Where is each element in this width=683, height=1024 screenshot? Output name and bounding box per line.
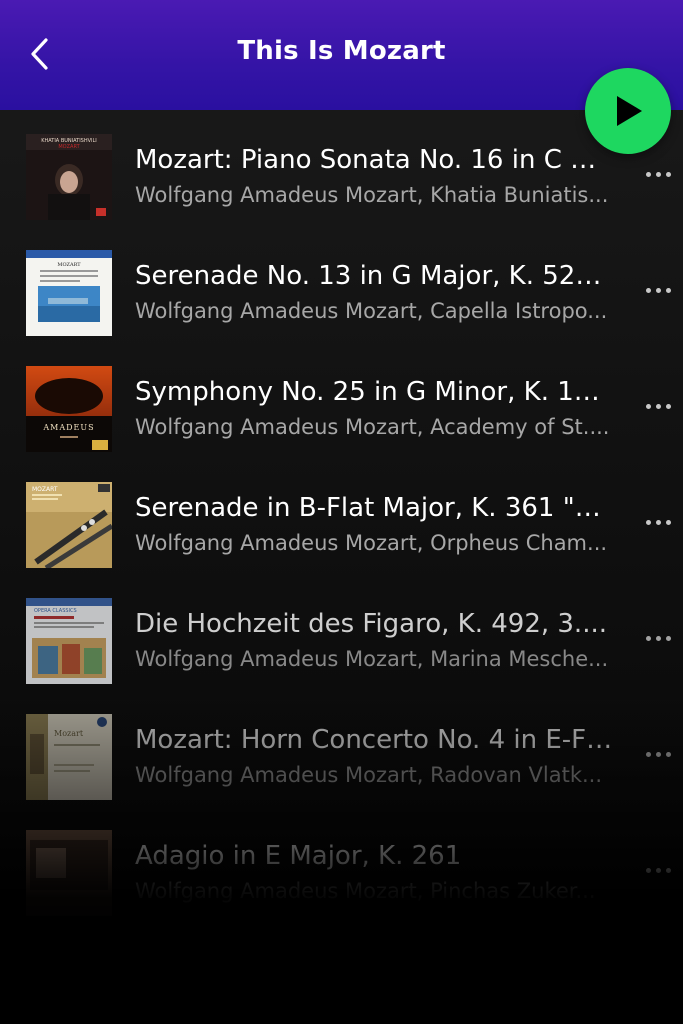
more-dots-icon bbox=[645, 171, 651, 177]
track-row[interactable]: OPERA CLASSICS Die Hochzeit des Figaro, … bbox=[0, 582, 683, 698]
more-dot bbox=[665, 287, 671, 293]
track-texts: Symphony No. 25 in G Minor, K. 183:... W… bbox=[135, 374, 615, 442]
track-texts: Mozart: Piano Sonata No. 16 in C M... Wo… bbox=[135, 142, 615, 210]
track-row[interactable]: KHATIA BUNIATISHVILI MOZART Mozart: Pian… bbox=[0, 118, 683, 234]
more-dot bbox=[665, 635, 671, 641]
track-texts: Die Hochzeit des Figaro, K. 492, 3.... W… bbox=[135, 606, 615, 674]
cover-caption: MOZART bbox=[57, 262, 81, 268]
more-dots-icon bbox=[645, 519, 651, 525]
more-dot bbox=[655, 403, 661, 409]
more-dot bbox=[665, 519, 671, 525]
more-options-button[interactable] bbox=[640, 510, 676, 534]
page-title: This Is Mozart bbox=[237, 36, 446, 66]
track-texts: Serenade in B-Flat Major, K. 361 "Gr... … bbox=[135, 490, 615, 558]
more-dot bbox=[665, 751, 671, 757]
album-cover bbox=[26, 830, 112, 916]
track-artists: Wolfgang Amadeus Mozart, Capella Istropo… bbox=[135, 299, 608, 323]
more-options-button[interactable] bbox=[640, 162, 676, 186]
more-dot bbox=[655, 287, 661, 293]
more-dot bbox=[655, 171, 661, 177]
track-title: Adagio in E Major, K. 261 bbox=[135, 841, 462, 871]
track-list: KHATIA BUNIATISHVILI MOZART Mozart: Pian… bbox=[0, 118, 683, 930]
more-options-button[interactable] bbox=[640, 742, 676, 766]
track-title: Mozart: Piano Sonata No. 16 in C M... bbox=[135, 145, 615, 175]
more-dot bbox=[655, 867, 661, 873]
track-row[interactable]: Mozart Mozart: Horn Concerto No. 4 in E-… bbox=[0, 698, 683, 814]
track-texts: Adagio in E Major, K. 261 Wolfgang Amade… bbox=[135, 838, 615, 906]
cover-caption: OPERA CLASSICS bbox=[34, 608, 77, 614]
track-title: Serenade No. 13 in G Major, K. 525, "... bbox=[135, 261, 615, 291]
more-dots-icon bbox=[645, 635, 651, 641]
track-row[interactable]: MOZART Serenade in B-Flat Major, K. 361 … bbox=[0, 466, 683, 582]
track-artists: Wolfgang Amadeus Mozart, Khatia Buniatis… bbox=[135, 183, 609, 207]
track-texts: Mozart: Horn Concerto No. 4 in E-Fl... W… bbox=[135, 722, 615, 790]
cover-caption: Mozart bbox=[54, 729, 84, 738]
album-cover: AMADEUS bbox=[26, 366, 112, 452]
album-cover: MOZART bbox=[26, 482, 112, 568]
more-dots-icon bbox=[645, 403, 651, 409]
more-dots-icon bbox=[645, 751, 651, 757]
track-row[interactable]: AMADEUS Symphony No. 25 in G Minor, K. 1… bbox=[0, 350, 683, 466]
playlist-screen: This Is Mozart KHATIA BUNIATISHVILI MOZA… bbox=[0, 0, 683, 1024]
album-cover: Mozart bbox=[26, 714, 112, 800]
track-title: Serenade in B-Flat Major, K. 361 "Gr... bbox=[135, 493, 615, 523]
play-icon bbox=[617, 96, 642, 126]
play-button[interactable] bbox=[585, 68, 671, 154]
more-dot bbox=[665, 403, 671, 409]
track-artists: Wolfgang Amadeus Mozart, Pinchas Zuker..… bbox=[135, 879, 596, 903]
track-row[interactable]: Adagio in E Major, K. 261 Wolfgang Amade… bbox=[0, 814, 683, 930]
track-artists: Wolfgang Amadeus Mozart, Academy of St..… bbox=[135, 415, 610, 439]
album-cover: OPERA CLASSICS bbox=[26, 598, 112, 684]
svg-text:MOZART: MOZART bbox=[58, 144, 80, 150]
more-dots-icon bbox=[645, 287, 651, 293]
more-dot bbox=[655, 635, 661, 641]
album-cover: MOZART bbox=[26, 250, 112, 336]
track-texts: Serenade No. 13 in G Major, K. 525, "...… bbox=[135, 258, 615, 326]
track-artists: Wolfgang Amadeus Mozart, Orpheus Cham... bbox=[135, 531, 608, 555]
more-options-button[interactable] bbox=[640, 626, 676, 650]
track-artists: Wolfgang Amadeus Mozart, Radovan Vlatk..… bbox=[135, 763, 603, 787]
cover-caption: MOZART bbox=[32, 486, 58, 493]
more-dot bbox=[665, 867, 671, 873]
more-dot bbox=[655, 519, 661, 525]
track-title: Mozart: Horn Concerto No. 4 in E-Fl... bbox=[135, 725, 615, 755]
cover-caption: AMADEUS bbox=[42, 423, 94, 432]
track-artists: Wolfgang Amadeus Mozart, Marina Mesche..… bbox=[135, 647, 609, 671]
track-row[interactable]: MOZART Serenade No. 13 in G Major, K. 52… bbox=[0, 234, 683, 350]
album-cover: KHATIA BUNIATISHVILI MOZART bbox=[26, 134, 112, 220]
more-options-button[interactable] bbox=[640, 858, 676, 882]
track-title: Die Hochzeit des Figaro, K. 492, 3.... bbox=[135, 609, 607, 639]
more-dots-icon bbox=[645, 867, 651, 873]
more-dot bbox=[665, 171, 671, 177]
track-title: Symphony No. 25 in G Minor, K. 183:... bbox=[135, 377, 615, 407]
header-bar: This Is Mozart bbox=[0, 0, 683, 110]
more-dot bbox=[655, 751, 661, 757]
more-options-button[interactable] bbox=[640, 394, 676, 418]
more-options-button[interactable] bbox=[640, 278, 676, 302]
